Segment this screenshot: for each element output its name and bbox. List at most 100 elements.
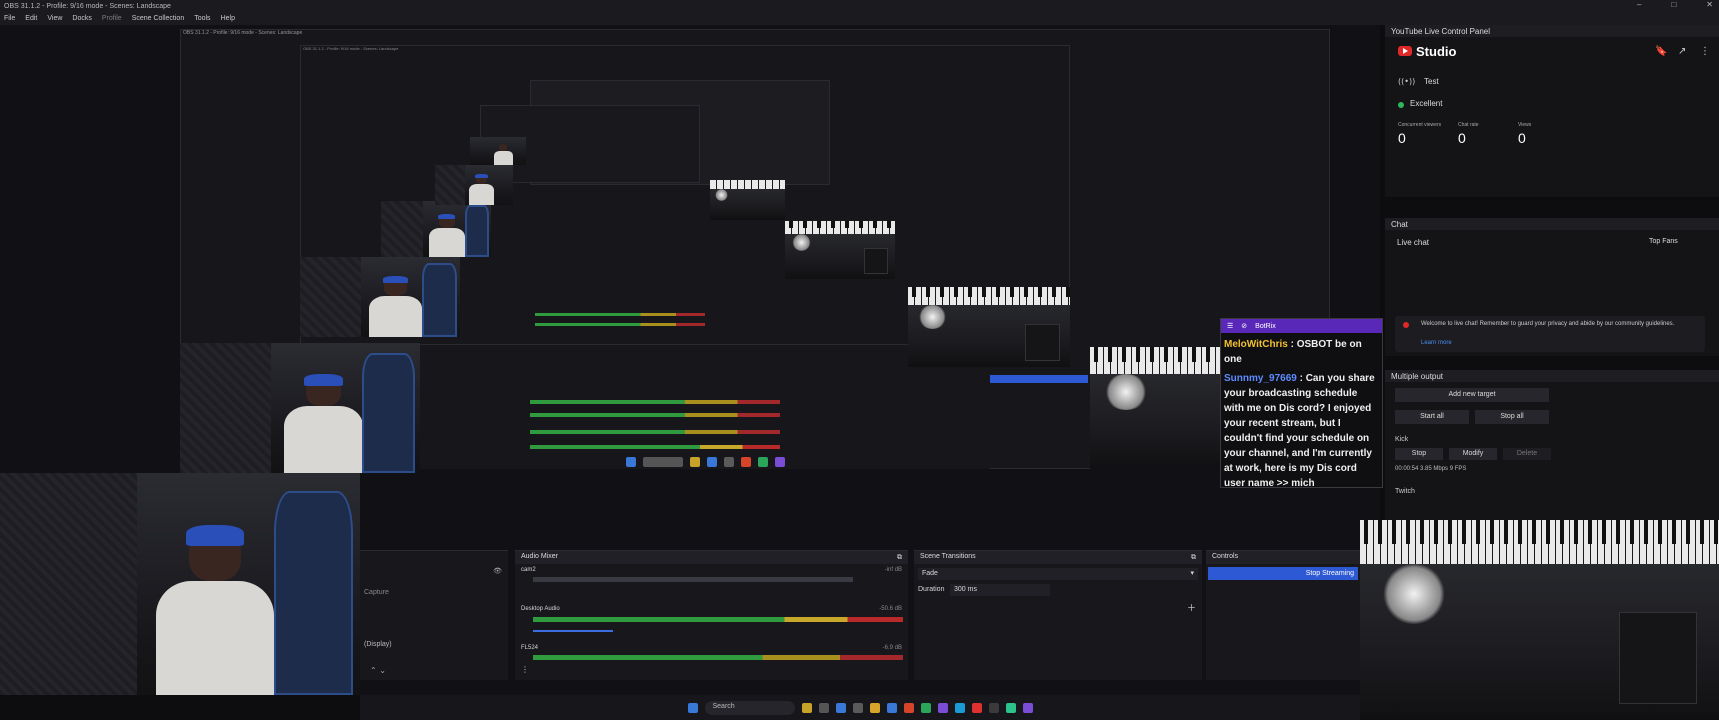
visibility-eye-icon[interactable]: 👁 [493,567,502,575]
controls-dock: Controls Stop Streaming [1206,550,1360,680]
audio-mixer-title: Audio Mixer [521,553,558,560]
close-button[interactable]: ✕ [1706,0,1713,9]
mixer-channel-level: -50.6 dB [879,606,902,612]
undock-icon[interactable]: ⧉ [897,553,902,562]
menu-profile[interactable]: Profile [102,15,122,22]
chat-username: Sunnmy_97669 [1224,373,1297,384]
app-icon[interactable] [852,702,863,713]
menu-docks[interactable]: Docks [72,15,91,22]
stream-name: Test [1424,77,1439,86]
multiple-output-header: Multiple output [1385,370,1719,382]
stat-label: Concurrent viewers [1398,122,1442,128]
nested-meter [530,430,780,434]
info-icon [1403,322,1409,328]
multiple-output-panel: Multiple output Add new target Start all… [1385,370,1719,520]
app-icon[interactable] [835,702,846,713]
nested-meter [535,323,705,326]
folder-icon[interactable] [869,702,880,713]
app-icon[interactable] [1022,702,1033,713]
menu-file[interactable]: File [4,15,15,22]
app-icon[interactable] [954,702,965,713]
menu-scene-collection[interactable]: Scene Collection [132,15,185,22]
piano-cam-feed-copy [710,180,785,220]
menu-help[interactable]: Help [221,15,235,22]
audio-mixer-dock: Audio Mixer ⧉ cam2 -inf dB Desktop Audio… [515,550,908,680]
duration-label: Duration [918,586,945,593]
minimize-button[interactable]: – [1637,0,1641,9]
studio-label: Studio [1416,44,1457,59]
webcam-feed-copy [381,201,491,257]
target-stats: 00:00:54 3.85 Mbps 9 FPS [1395,466,1467,472]
undock-icon[interactable]: ⧉ [1191,553,1196,562]
nested-window-title-2: OBS 31.1.2 - Profile: 9/16 mode - Scenes… [303,46,399,51]
stop-streaming-button[interactable]: Stop Streaming [1208,567,1358,580]
chat-message: Sunnmy_97669 : Can you share your broadc… [1224,371,1379,491]
chevron-down-icon: ▾ [1190,569,1194,577]
nested-meter [530,400,780,404]
top-fans-button[interactable]: Top Fans [1649,238,1678,245]
menu-bar: File Edit View Docks Profile Scene Colle… [0,12,1719,25]
add-transition-icon[interactable]: ＋ [1187,601,1196,614]
app-icon[interactable] [818,702,829,713]
mixer-meter [533,655,903,660]
controls-title: Controls [1212,553,1239,560]
learn-more-link[interactable]: Learn more [1421,340,1452,346]
target-modify-button[interactable]: Modify [1449,448,1497,460]
stat-value: 0 [1518,130,1526,146]
menu-edit[interactable]: Edit [25,15,37,22]
chat-message: MeloWitChris : OSBOT be on one [1224,337,1379,367]
chat-panel: Chat Live chat Top Fans Welcome to live … [1385,218,1719,356]
sources-dock: Capture (Display) 👁 ⌃ ⌄ [360,550,508,680]
obs-icon[interactable] [988,702,999,713]
mixer-channel-name: Desktop Audio [521,606,560,612]
share-icon[interactable]: ↗ [1678,46,1686,57]
chat-text: : Can you share your broadcasting schedu… [1224,373,1375,489]
youtube-panel-header: YouTube Live Control Panel [1385,25,1719,37]
bookmark-icon[interactable]: 🔖 [1655,46,1667,57]
source-item[interactable]: (Display) [364,641,392,648]
stat-label: Chat rate [1458,122,1479,128]
source-item[interactable]: Capture [364,589,389,596]
app-icon[interactable] [1005,702,1016,713]
app-icon[interactable] [903,702,914,713]
duration-input[interactable]: 300 ms [950,584,1050,596]
move-up-icon[interactable]: ⌃ ⌄ [370,666,386,675]
target-stop-button[interactable]: Stop [1395,448,1443,460]
target-delete-button[interactable]: Delete [1503,448,1551,460]
app-icon[interactable] [920,702,931,713]
piano-cam-feed-copy [908,287,1070,367]
app-icon[interactable] [971,702,982,713]
app-icon[interactable] [886,702,897,713]
botrix-header: ☰ ⊘ BotRix [1221,319,1382,333]
botrix-chat-log: MeloWitChris : OSBOT be on one Sunnmy_97… [1221,333,1382,495]
menu-icon[interactable]: ☰ [1227,322,1233,330]
scene-transitions-header: Scene Transitions ⧉ [914,551,1202,564]
add-target-button[interactable]: Add new target [1395,388,1549,402]
taskbar-search[interactable]: Search [704,700,795,715]
start-icon[interactable] [687,702,698,713]
chat-mode-select[interactable]: Live chat [1397,238,1429,247]
nested-meter [530,445,780,449]
start-all-button[interactable]: Start all [1395,410,1469,424]
more-options-icon[interactable]: ⋮ [1700,46,1710,57]
menu-view[interactable]: View [47,15,62,22]
botrix-window: ☰ ⊘ BotRix MeloWitChris : OSBOT be on on… [1220,318,1383,489]
app-icon[interactable] [801,702,812,713]
transition-select[interactable]: Fade ▾ [918,568,1198,580]
scene-transitions-title: Scene Transitions [920,553,976,560]
mixer-menu-icon[interactable]: ⋮ [521,665,529,674]
nested-stop-streaming [990,375,1088,383]
transition-select-value: Fade [922,570,938,577]
stop-all-button[interactable]: Stop all [1475,410,1549,424]
app-icon[interactable] [937,702,948,713]
menu-tools[interactable]: Tools [194,15,210,22]
nested-window-title: OBS 31.1.2 - Profile: 9/16 mode - Scenes… [183,30,303,36]
mixer-meter [533,577,853,582]
chat-welcome-card: Welcome to live chat! Remember to guard … [1395,316,1705,352]
target-name: Kick [1395,436,1409,443]
maximize-button[interactable]: □ [1671,0,1676,9]
window-title-bar: OBS 31.1.2 - Profile: 9/16 mode - Scenes… [0,0,1719,12]
stat-value: 0 [1458,130,1466,146]
audio-mixer-header: Audio Mixer ⧉ [515,551,908,564]
volume-slider[interactable] [533,630,613,632]
